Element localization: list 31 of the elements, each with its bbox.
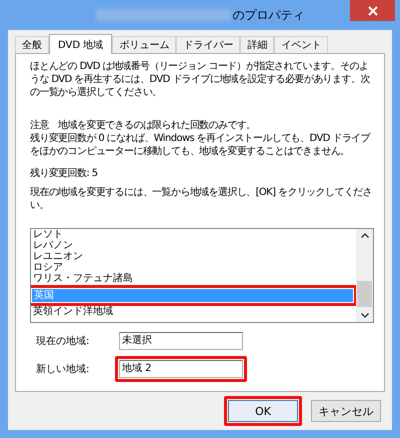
scroll-thumb[interactable] xyxy=(357,281,372,307)
dialog-button[interactable]: キャンセル xyxy=(311,400,381,422)
input-field[interactable]: 地域 2 xyxy=(119,360,243,378)
close-icon xyxy=(368,6,378,16)
list-item[interactable]: レユニオン xyxy=(33,251,354,262)
tab[interactable]: ドライバー xyxy=(176,36,240,53)
scroll-down-icon[interactable] xyxy=(360,313,368,318)
input-field[interactable]: 未選択 xyxy=(119,332,243,350)
scroll-up-icon[interactable] xyxy=(360,233,368,238)
dialog-button[interactable]: OK xyxy=(228,400,298,422)
region-list[interactable]: レソト レバノン レユニオン ロシア ワリス・フテュナ諸島 英国 英領インド洋地域 xyxy=(30,228,374,323)
field-label: 新しい地域: xyxy=(36,362,90,376)
tab[interactable]: ボリューム xyxy=(112,36,176,53)
scrollbar[interactable] xyxy=(356,229,373,322)
tab[interactable]: DVD 地域 xyxy=(49,34,112,54)
paragraph: 注意 地域を変更できるのは限られた回数のみです。 xyxy=(30,119,257,132)
paragraph: 現在の地域を変更するには、一覧から地域を選択し、[OK] をクリックしてください。 xyxy=(30,186,374,212)
tab[interactable]: イベント xyxy=(274,36,328,53)
paragraph: ほとんどの DVD は地域番号（リージョン コード）が指定されています。そのような DVD を再生するには、DVD ドライブに地域を設定する必要があります。次の一覧から選択してください。 xyxy=(30,60,371,99)
list-item[interactable]: 英領インド洋地域 xyxy=(33,306,354,317)
list-item[interactable]: ワリス・フテュナ諸島 xyxy=(33,273,354,284)
window-title: のプロパティ xyxy=(232,6,304,24)
paragraph: 残り変更回数: 5 xyxy=(30,167,99,180)
tab[interactable]: 詳細 xyxy=(240,36,274,53)
tab[interactable]: 全般 xyxy=(15,36,49,53)
paragraph: 残り変更回数が 0 になれば、Windows を再インストールしても、DVD ドライブをほかのコンピューターに移動しても、地域を変更することはできません。 xyxy=(30,132,372,158)
field-label: 現在の地域: xyxy=(36,334,90,348)
list-item[interactable]: レバノン xyxy=(33,240,354,251)
close-button[interactable] xyxy=(350,0,395,21)
list-item[interactable]: レソト xyxy=(33,229,354,240)
list-item[interactable]: ロシア xyxy=(33,262,354,273)
